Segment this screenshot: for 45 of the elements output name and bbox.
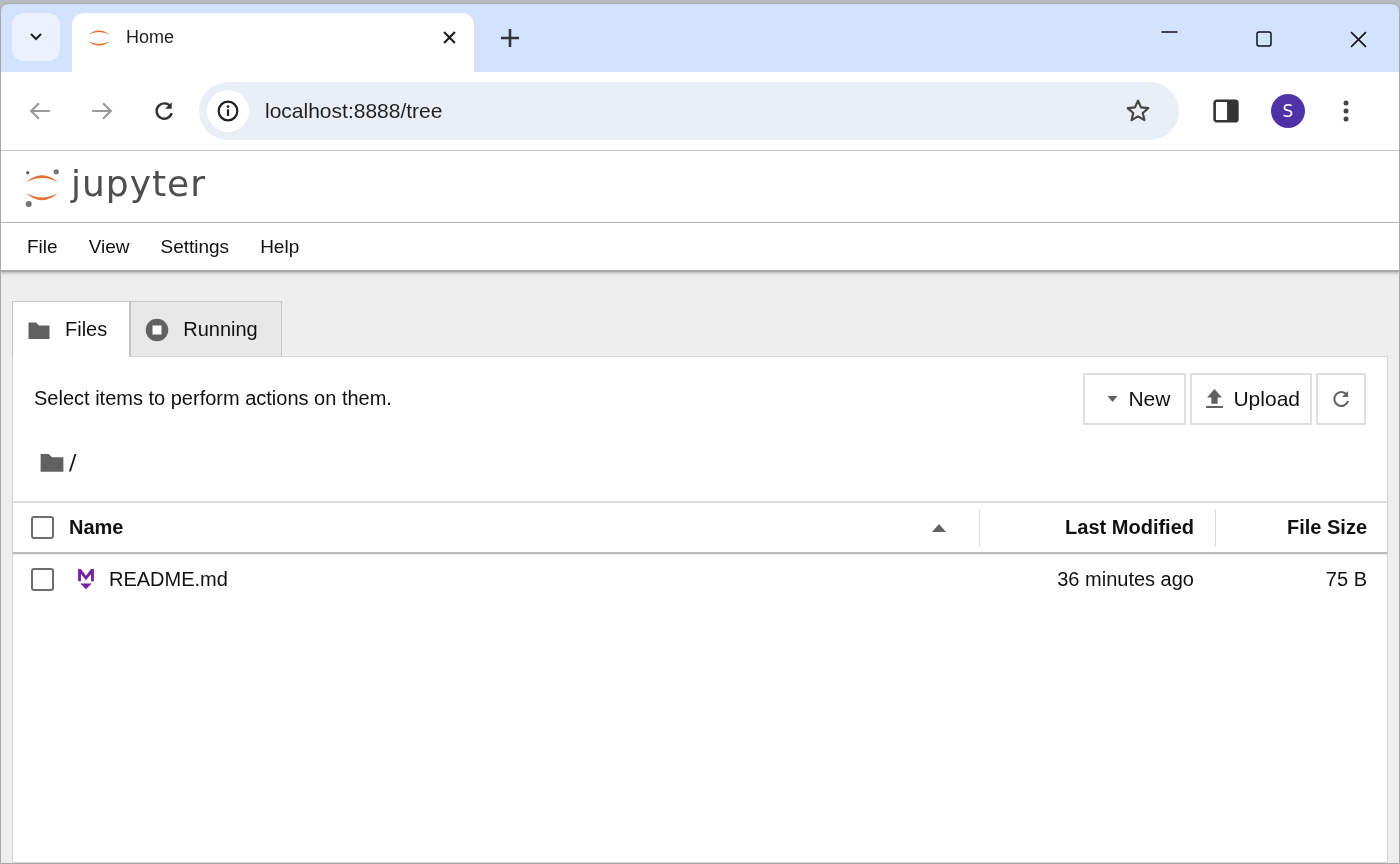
upload-icon	[1206, 389, 1224, 408]
breadcrumb-link[interactable]: /	[69, 449, 77, 475]
address-bar[interactable]: localhost:8888/tree	[199, 82, 1179, 140]
reload-icon[interactable]	[153, 100, 175, 122]
modified-time: 36 minutes ago	[1057, 567, 1194, 591]
forward-arrow-icon[interactable]	[91, 101, 113, 121]
file-row[interactable]: README.md 36 minutes ago 75 B	[13, 554, 1387, 604]
profile-avatar[interactable]: S	[1271, 94, 1305, 128]
logo-text: jupyter	[71, 163, 207, 204]
column-header[interactable]: Name	[69, 516, 932, 539]
upload-button[interactable]: Upload	[1190, 372, 1312, 425]
url-text: localhost:8888/tree	[265, 99, 443, 123]
file-size: 75 B	[1325, 567, 1367, 591]
info-icon[interactable]	[217, 100, 239, 122]
column-header[interactable]: File Size	[1286, 516, 1367, 539]
panel-tab[interactable]: Files	[12, 301, 131, 357]
minimize-icon[interactable]	[1161, 31, 1178, 33]
maximize-icon[interactable]	[1256, 31, 1272, 47]
caret-down-icon	[1107, 395, 1119, 402]
menu-item[interactable]: File	[27, 235, 58, 258]
panel-tab[interactable]: Running	[130, 301, 282, 357]
tab-title: Home	[126, 27, 175, 48]
sort-arrow-icon[interactable]	[932, 523, 946, 532]
refresh-icon	[1331, 388, 1351, 409]
file-name: README.md	[109, 567, 228, 591]
refresh-button[interactable]	[1316, 372, 1366, 425]
menu-item[interactable]: View	[88, 235, 130, 258]
stop-icon	[145, 317, 170, 342]
column-header[interactable]: Last Modified	[1065, 516, 1194, 539]
checkbox[interactable]	[31, 516, 54, 539]
checkbox[interactable]	[31, 567, 54, 591]
markdown-file-icon	[77, 568, 95, 590]
more-vertical-icon[interactable]	[1343, 99, 1349, 123]
menu-item[interactable]: Help	[260, 235, 300, 258]
browser-tab[interactable]: Home	[72, 13, 474, 72]
chevron-down-icon	[30, 33, 42, 41]
close-icon[interactable]	[443, 31, 456, 44]
new-button[interactable]: New	[1083, 372, 1187, 425]
back-arrow-icon[interactable]	[29, 101, 51, 121]
plus-icon[interactable]	[501, 29, 519, 47]
instruction-text: Select items to perform actions on them.	[34, 387, 392, 410]
side-panel-icon[interactable]	[1213, 99, 1239, 123]
menu-item[interactable]: Settings	[160, 235, 230, 258]
close-icon[interactable]	[1350, 31, 1367, 48]
star-icon[interactable]	[1125, 98, 1151, 124]
